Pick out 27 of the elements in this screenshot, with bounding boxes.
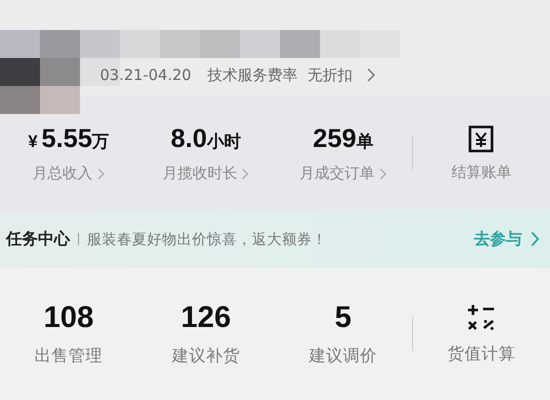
fee-label: 技术服务费率 [207,66,298,84]
tool-count: 5 [334,301,352,335]
tool-label[interactable]: 货值计算 [447,343,516,365]
stat-label[interactable]: 月总收入 [32,164,93,183]
stat-label[interactable]: 月成交订单 [300,164,375,183]
stat-label[interactable]: 月揽收时长 [162,164,238,183]
tool-label[interactable]: 建议补货 [172,345,240,367]
fee-value: 无折扣 [307,66,352,84]
chevron-right-icon[interactable] [366,68,376,82]
chevron-right-icon[interactable] [378,168,387,180]
stat-value: ¥5.55万 [28,123,110,154]
chevron-right-icon[interactable] [530,231,540,247]
calculator-icon[interactable] [466,303,496,333]
stat-value: 8.0小时 [170,123,241,154]
tool-count: 126 [180,301,231,335]
stat-value: 259单 [312,123,374,154]
bill-label[interactable]: 结算账单 [451,162,512,182]
task-message: 服装春夏好物出价惊喜，返大额券！ [87,230,328,248]
tool-label[interactable]: 建议调价 [309,345,378,367]
bill-icon[interactable] [468,124,494,152]
tool-count: 108 [44,301,94,335]
chevron-right-icon[interactable] [241,168,250,180]
task-center-title: 任务中心 [6,228,70,250]
tool-label[interactable]: 出售管理 [34,345,103,367]
chevron-right-icon[interactable] [96,168,105,180]
join-link[interactable]: 去参与 [474,228,522,250]
date-range: 03.21-04.20 [100,66,192,84]
